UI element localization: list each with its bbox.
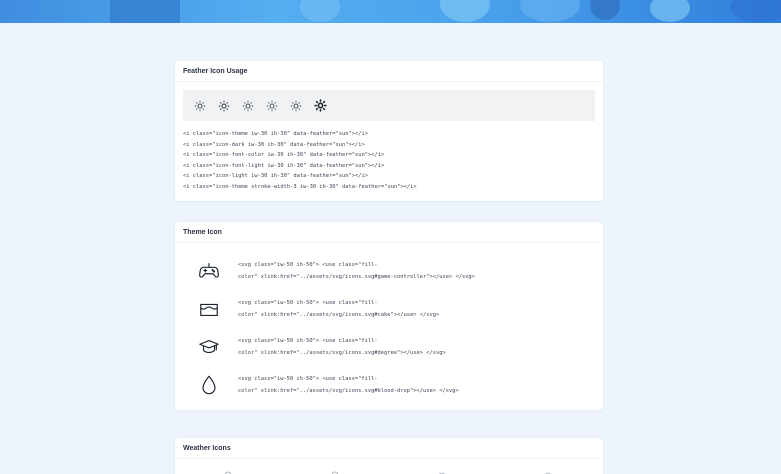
sun-icon [241, 99, 255, 113]
theme-icon-code: <svg class="iw-50 ih-50"> <use class="fi… [238, 297, 538, 321]
feather-icon-preview [183, 90, 595, 121]
cake-icon [198, 298, 220, 320]
code-line: color" xlink:href="../assets/svg/icons.s… [238, 274, 475, 280]
theme-icon-row: <svg class="iw-50 ih-50"> <use class="fi… [175, 332, 603, 362]
weather-icon-card: Weather Icons [175, 438, 603, 474]
sun-icon-bold [313, 99, 327, 113]
code-line: color" xlink:href="../assets/svg/icons.s… [238, 312, 440, 318]
code-line: <i class="icon-dark iw-30 ih-30" data-fe… [183, 141, 365, 148]
code-line: color" xlink:href="../assets/svg/icons.s… [238, 350, 446, 356]
code-line: color" xlink:href="../assets/svg/icons.s… [238, 388, 459, 394]
sun-icon [289, 99, 303, 113]
theme-card-title: Theme Icon [175, 222, 603, 243]
code-line: <svg class="iw-50 ih-50"> <use class="fi… [238, 262, 378, 268]
code-line: <i class="icon-font-light iw-30 ih-30" d… [183, 162, 385, 169]
blood-drop-icon [198, 374, 220, 396]
theme-icon-row: <svg class="iw-50 ih-50"> <use class="fi… [175, 370, 603, 400]
code-line: <i class="icon-theme iw-30 ih-30" data-f… [183, 131, 368, 137]
weather-card-title: Weather Icons [175, 438, 603, 459]
code-line: <svg class="iw-50 ih-50"> <use class="fi… [238, 300, 378, 306]
feather-code-block: <i class="icon-theme iw-30 ih-30" data-f… [183, 129, 595, 192]
code-line: <svg class="iw-50 ih-50"> <use class="fi… [238, 376, 378, 382]
theme-icon-row: <svg class="iw-50 ih-50"> <use class="fi… [175, 294, 603, 324]
theme-icon-code: <svg class="iw-50 ih-50"> <use class="fi… [238, 259, 538, 283]
code-line: <i class="icon-font-color iw-30 ih-30" d… [183, 152, 385, 158]
code-line: <i class="icon-light iw-30 ih-30" data-f… [183, 173, 368, 179]
feather-icon-card: Feather Icon Usage <i class="icon-theme … [175, 61, 603, 201]
theme-icon-card: Theme Icon <svg class="iw-50 ih-50"> <us… [175, 222, 603, 410]
sun-icon [217, 99, 231, 113]
theme-icon-row: <svg class="iw-50 ih-50"> <use class="fi… [175, 256, 603, 286]
theme-icon-code: <svg class="iw-50 ih-50"> <use class="fi… [238, 335, 538, 359]
degree-icon [198, 336, 220, 358]
weather-icon [330, 464, 340, 474]
code-line: <i class="icon-theme stroke-width-3 iw-3… [183, 183, 417, 190]
header-banner [0, 0, 781, 23]
weather-icon [437, 464, 447, 474]
game-controller-icon [198, 260, 220, 282]
weather-icon [543, 464, 553, 474]
sun-icon [193, 99, 207, 113]
code-line: <svg class="iw-50 ih-50"> <use class="fi… [238, 338, 378, 344]
sun-icon [265, 99, 279, 113]
feather-card-title: Feather Icon Usage [175, 61, 603, 82]
weather-icon [223, 464, 233, 474]
theme-icon-code: <svg class="iw-50 ih-50"> <use class="fi… [238, 373, 538, 397]
